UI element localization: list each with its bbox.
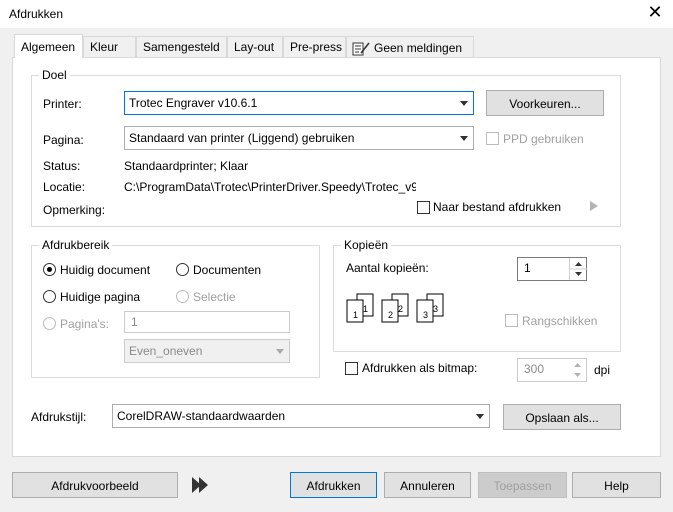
tab-algemeen[interactable]: Algemeen — [14, 34, 83, 58]
paginas-input[interactable]: 1 — [124, 311, 290, 333]
bitmap-checkbox[interactable] — [345, 362, 358, 375]
ppd-checkbox[interactable] — [486, 132, 499, 145]
title-bar — [0, 0, 673, 28]
group-afdrukbereik-legend: Afdrukbereik — [39, 238, 113, 252]
expand-preview-icon[interactable] — [190, 476, 210, 494]
collate-pages-icon: 1 1 2 2 3 3 — [346, 293, 444, 323]
tab-label: Kleur — [90, 40, 119, 54]
play-arrow-icon[interactable] — [589, 200, 599, 212]
pagina-select[interactable]: Standaard van printer (Liggend) gebruike… — [124, 126, 474, 150]
huidig-document-label: Huidig document — [60, 263, 151, 277]
paginas-radio[interactable] — [43, 317, 56, 330]
huidige-pagina-radio[interactable] — [43, 290, 56, 303]
huidige-pagina-label: Huidige pagina — [60, 290, 141, 304]
spin-buttons[interactable] — [569, 258, 587, 280]
tab-samengesteld[interactable]: Samengesteld — [136, 36, 227, 58]
svg-text:3: 3 — [433, 304, 438, 314]
tab-pre-press[interactable]: Pre-press — [283, 36, 346, 58]
tab-label: Pre-press — [290, 40, 343, 54]
tab-label: Lay-out — [234, 40, 275, 54]
close-icon[interactable]: ✕ — [646, 3, 664, 21]
locatie-value: C:\ProgramData\Trotec\PrinterDriver.Spee… — [124, 180, 416, 194]
aantal-kopieen-label: Aantal kopieën: — [346, 261, 429, 275]
svg-text:3: 3 — [423, 310, 428, 320]
aantal-kopieen-value: 1 — [524, 261, 531, 275]
help-button[interactable]: Help — [572, 472, 661, 498]
printer-select[interactable]: Trotec Engraver v10.6.1 — [124, 91, 474, 115]
dpi-value: 300 — [524, 362, 545, 376]
printer-value: Trotec Engraver v10.6.1 — [129, 96, 258, 110]
paginas-label: Pagina's: — [60, 317, 109, 331]
selectie-radio[interactable] — [176, 290, 189, 303]
selectie-label: Selectie — [193, 290, 236, 304]
huidig-document-radio[interactable] — [43, 263, 56, 276]
tab-kleur[interactable]: Kleur — [83, 36, 136, 58]
svg-text:2: 2 — [398, 304, 403, 314]
afdrukstijl-select[interactable]: CorelDRAW-standaardwaarden — [112, 404, 490, 428]
cancel-button[interactable]: Annuleren — [384, 472, 471, 498]
group-kopieen-legend: Kopieën — [341, 238, 392, 252]
svg-text:1: 1 — [363, 304, 368, 314]
documenten-label: Documenten — [193, 263, 262, 277]
bitmap-label: Afdrukken als bitmap: — [362, 361, 478, 375]
svg-text:1: 1 — [353, 310, 358, 320]
chevron-down-icon — [476, 414, 484, 419]
print-preview-button[interactable]: Afdrukvoorbeeld — [12, 472, 178, 498]
apply-button[interactable]: Toepassen — [478, 472, 567, 498]
status-value: Standaardprinter; Klaar — [124, 159, 249, 173]
spin-arrows-icon[interactable] — [569, 359, 586, 381]
tab-label: Geen meldingen — [374, 41, 463, 55]
spin-arrows-icon — [570, 262, 587, 276]
tab-label: Algemeen — [21, 40, 76, 54]
rangschikken-label: Rangschikken — [522, 314, 598, 328]
tab-label: Samengesteld — [143, 40, 220, 54]
even-oneven-select[interactable]: Even_oneven — [124, 339, 290, 363]
chevron-down-icon — [460, 101, 468, 106]
checklist-pencil-icon — [352, 42, 370, 56]
tab-lay-out[interactable]: Lay-out — [227, 36, 283, 58]
opslaan-als-button[interactable]: Opslaan als... — [503, 404, 621, 430]
status-label: Status: — [43, 159, 81, 173]
afdrukstijl-value: CorelDRAW-standaardwaarden — [117, 409, 286, 423]
svg-text:2: 2 — [388, 310, 393, 320]
documenten-radio[interactable] — [176, 263, 189, 276]
ppd-label: PPD gebruiken — [503, 132, 584, 146]
preferences-button[interactable]: Voorkeuren... — [486, 90, 604, 116]
group-doel-legend: Doel — [39, 68, 70, 82]
dpi-unit: dpi — [594, 363, 611, 377]
naar-bestand-checkbox[interactable] — [417, 201, 430, 214]
print-button[interactable]: Afdrukken — [290, 472, 377, 498]
afdrukstijl-label: Afdrukstijl: — [31, 410, 87, 424]
chevron-down-icon — [460, 136, 468, 141]
pagina-label: Pagina: — [43, 133, 84, 147]
chevron-down-icon — [276, 349, 284, 354]
window-title: Afdrukken — [9, 7, 64, 21]
tab-geen-meldingen[interactable]: Geen meldingen — [346, 36, 474, 58]
opmerking-label: Opmerking: — [43, 203, 106, 217]
locatie-label: Locatie: — [43, 180, 86, 194]
even-oneven-value: Even_oneven — [129, 344, 203, 358]
rangschikken-checkbox[interactable] — [505, 314, 518, 327]
naar-bestand-label: Naar bestand afdrukken — [433, 200, 562, 214]
pagina-value: Standaard van printer (Liggend) gebruike… — [129, 131, 355, 145]
printer-label: Printer: — [43, 97, 82, 111]
